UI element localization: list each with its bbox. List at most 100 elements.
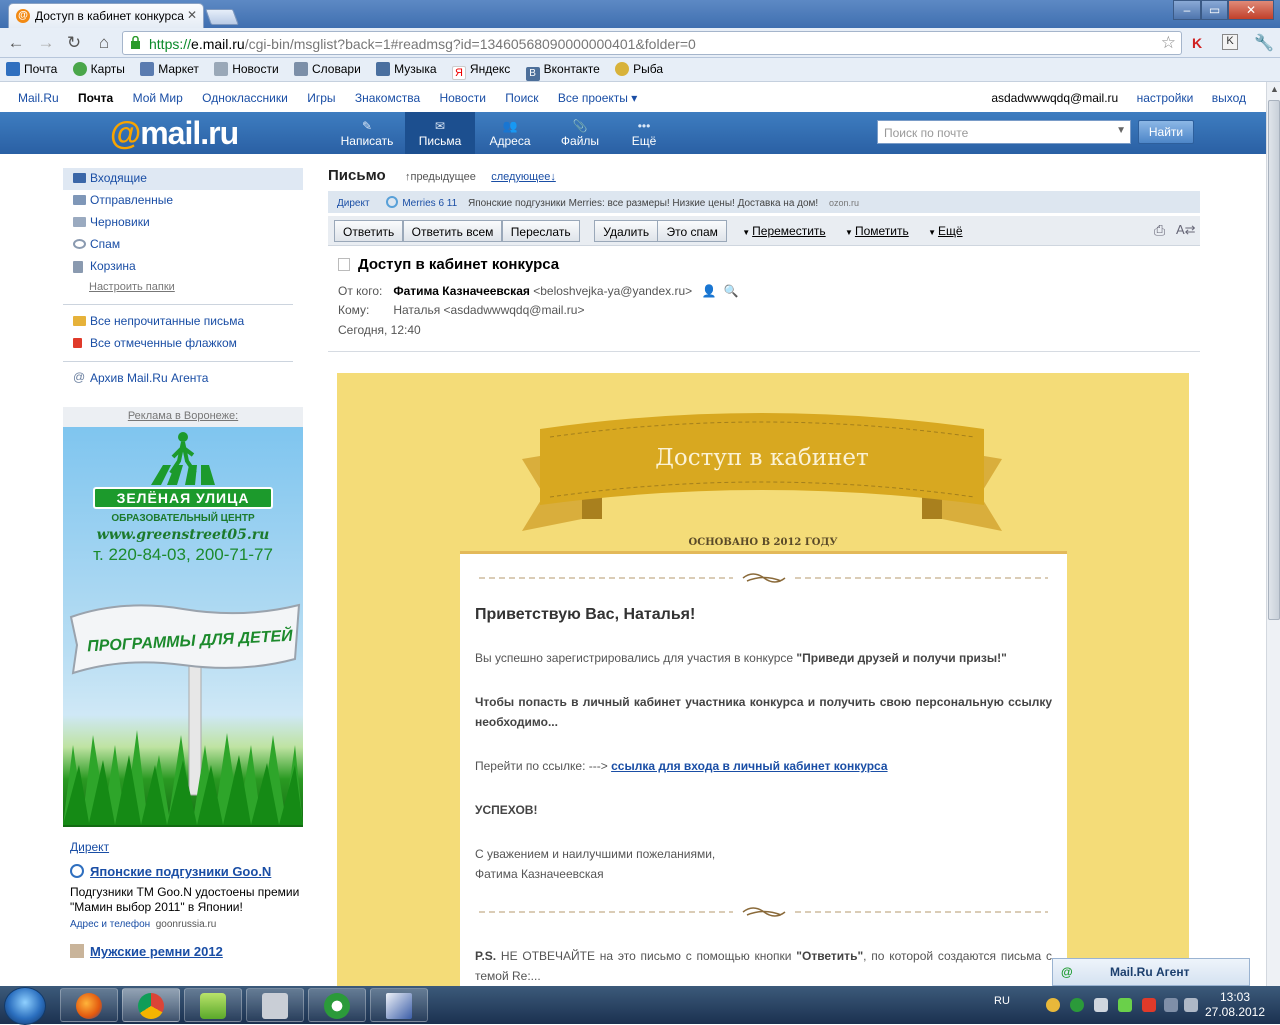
folder-inbox[interactable]: Входящие [63,168,303,190]
filter-flagged[interactable]: Все отмеченные флажком [63,333,303,355]
mark-menu[interactable]: ▼ Пометить [845,220,909,238]
sender-email[interactable]: <beloshvejka-ya@yandex.ru> [533,284,692,298]
direct-ad2-title[interactable]: Мужские ремни 2012 [70,944,306,959]
taskbar-app[interactable] [370,988,428,1022]
prev-letter-link[interactable]: ↑предыдущее [405,171,476,183]
portal-link-igry[interactable]: Игры [307,91,335,105]
new-tab-button[interactable] [205,9,239,25]
letters-button[interactable]: ✉ Письма [405,112,475,154]
search-sender-icon[interactable]: 🔍 [724,284,739,298]
folder-sent[interactable]: Отправленные [63,190,303,212]
tray-utorrent-icon[interactable] [1070,998,1084,1012]
bookmark-item[interactable]: Почта [6,62,57,76]
portal-link-novosti[interactable]: Новости [439,91,485,105]
mailru-agent-widget[interactable]: @ Mail.Ru Агент [1052,958,1250,986]
cabinet-link[interactable]: ссылка для входа в личный кабинет конкур… [611,759,887,773]
extension-k-icon[interactable]: K [1192,35,1208,51]
scrollbar-thumb[interactable] [1268,100,1280,620]
compose-button[interactable]: ✎ Написать [332,112,402,154]
sender-name[interactable]: Фатима Казначеевская [393,284,530,298]
bookmark-item[interactable]: Рыба [615,62,663,76]
ad-caption[interactable]: Реклама в Воронеже: [63,407,303,427]
taskbar-firefox[interactable] [60,988,118,1022]
home-icon[interactable]: ⌂ [94,33,114,53]
direct-ad1-address-link[interactable]: Адрес и телефон [70,919,150,930]
forward-icon[interactable]: → [36,33,56,53]
portal-link-all-projects[interactable]: Все проекты ▾ [558,91,637,105]
tray-antivirus-icon[interactable] [1142,998,1156,1012]
tray-icq-icon[interactable] [1118,998,1132,1012]
logout-link[interactable]: выход [1212,91,1246,105]
tray-icon[interactable] [1046,998,1060,1012]
maximize-window-button[interactable]: ▭ [1201,0,1228,20]
portal-link-poisk[interactable]: Поиск [505,91,538,105]
spam-button[interactable]: Это спам [657,220,727,242]
contacts-button[interactable]: 👥 Адреса [475,112,545,154]
language-indicator[interactable]: RU [994,995,1010,1007]
direct-ad1-title[interactable]: Японские подгузники Goo.N [70,864,306,879]
next-letter-link[interactable]: следующее↓ [491,171,556,183]
ad-banner-image[interactable]: ЗЕЛЁНАЯ УЛИЦА ОБРАЗОВАТЕЛЬНЫЙ ЦЕНТР www.… [63,427,303,827]
clock[interactable]: 13:03 27.08.2012 [1200,990,1270,1020]
reload-icon[interactable]: ↻ [64,33,84,53]
more-button[interactable]: ••• Ещё [609,112,679,154]
letter-date: Сегодня, 12:40 [338,323,421,337]
portal-link-odnoklassniki[interactable]: Одноклассники [202,91,288,105]
minimize-window-button[interactable]: – [1173,0,1201,20]
wrench-menu-icon[interactable]: 🔧 [1254,33,1274,53]
bookmark-item[interactable]: В Вконтакте [525,62,600,81]
portal-link-pochta[interactable]: Почта [78,91,113,105]
close-tab-icon[interactable]: ✕ [187,8,197,22]
adline-title[interactable]: Merries 6 11 [402,198,457,209]
portal-link-mailru[interactable]: Mail.Ru [18,91,59,105]
taskbar-app-green[interactable] [184,988,242,1022]
reply-all-button[interactable]: Ответить всем [402,220,503,242]
close-window-button[interactable]: ✕ [1228,0,1274,20]
page-scrollbar[interactable]: ▲ [1266,82,1280,986]
adline-direct-label[interactable]: Директ [337,198,370,209]
bookmark-star-icon[interactable]: ☆ [1161,33,1176,53]
forward-button[interactable]: Переслать [501,220,580,242]
tray-steam-icon[interactable] [1094,998,1108,1012]
delete-button[interactable]: Удалить [594,220,659,242]
bookmark-item[interactable]: Музыка [376,62,437,76]
folder-drafts[interactable]: Черновики [63,212,303,234]
agent-archive-link[interactable]: @ Архив Mail.Ru Агента [63,368,303,390]
mailru-logo[interactable]: @mail.ru [110,115,239,152]
taskbar-utorrent[interactable] [308,988,366,1022]
back-icon[interactable]: ← [6,33,26,53]
browser-tab[interactable]: @ Доступ в кабинет конкурса ✕ [8,3,204,28]
start-button[interactable] [4,987,46,1025]
portal-link-znakomstva[interactable]: Знакомства [355,91,420,105]
mail-search-button[interactable]: Найти [1138,120,1194,144]
direct-label[interactable]: Директ [70,840,306,854]
bookmark-item[interactable]: Карты [72,62,125,76]
folder-trash[interactable]: Корзина [63,256,303,278]
move-menu[interactable]: ▼ Переместить [742,220,825,238]
add-contact-icon[interactable]: 👤 [702,284,717,298]
settings-link[interactable]: настройки [1137,91,1194,105]
bookmark-item[interactable]: Новости [214,62,279,76]
setup-folders-link[interactable]: Настроить папки [63,278,303,298]
extension-page-icon[interactable]: K [1222,34,1238,50]
address-bar[interactable]: https://e.mail.ru/cgi-bin/msglist?back=1… [122,31,1182,55]
filter-unread[interactable]: Все непрочитанные письма [63,311,303,333]
translate-icon[interactable]: A⇄ [1176,222,1196,238]
tray-volume-icon[interactable] [1184,998,1198,1012]
print-icon[interactable]: ⎙ [1154,222,1165,239]
bookmark-item[interactable]: Словари [294,62,361,76]
mail-search-input[interactable]: Поиск по почте ▼ [877,120,1131,144]
taskbar-chrome[interactable] [122,988,180,1022]
more-menu[interactable]: ▼ Ещё [928,220,962,238]
taskbar-counter-strike[interactable] [246,988,304,1022]
portal-link-moy-mir[interactable]: Мой Мир [133,91,183,105]
reply-button[interactable]: Ответить [334,220,404,242]
files-button[interactable]: 📎 Файлы [545,112,615,154]
flag-icon[interactable] [338,258,350,271]
scroll-up-icon[interactable]: ▲ [1270,84,1279,94]
tray-network-icon[interactable] [1164,998,1178,1012]
folder-spam[interactable]: Спам [63,234,303,256]
bookmark-item[interactable]: Маркет [140,62,199,76]
bookmark-item[interactable]: Я Яндекс [451,62,510,80]
search-dropdown-icon[interactable]: ▼ [1116,125,1126,136]
